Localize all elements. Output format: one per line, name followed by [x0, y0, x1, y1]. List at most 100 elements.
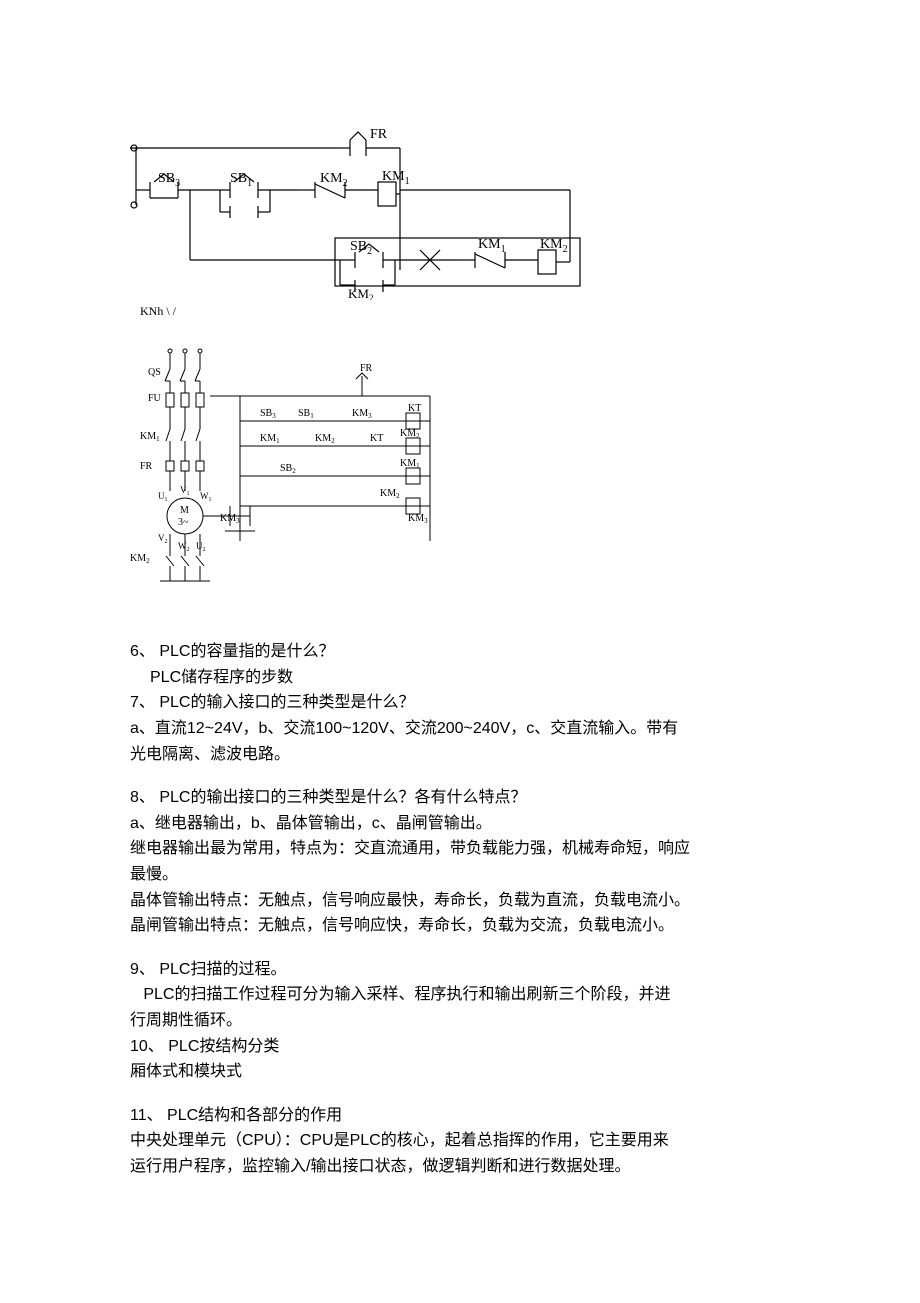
q6-heading: 6、 PLC的容量指的是什么？: [130, 639, 790, 665]
svg-text:SB1: SB1: [230, 171, 252, 189]
q10-heading: 10、 PLC按结构分类: [130, 1034, 790, 1060]
label-KM3m: KM: [220, 513, 236, 524]
label-KM2c2: KM: [400, 428, 416, 439]
label-SB1c: SB: [298, 408, 311, 419]
svg-text:KM1: KM1: [140, 431, 160, 443]
label-KM2-b: KM: [348, 286, 369, 300]
label-KTc2: KT: [370, 433, 383, 444]
label-KM2c3-sub: 2: [396, 492, 400, 500]
diagram2-svg: QS FU KM1 FR: [130, 341, 450, 601]
q11-l1: 中央处理单元（CPU）：CPU是PLC的核心，起着总指挥的作用，它主要用来: [130, 1128, 790, 1154]
q11-heading: 11、 PLC结构和各部分的作用: [130, 1103, 790, 1129]
svg-text:V1: V1: [180, 485, 190, 497]
label-SB3: SB: [158, 171, 175, 186]
label-KM2m-sub: 2: [146, 557, 150, 565]
q7-answer-l2: 光电隔离、滤波电路。: [130, 742, 790, 768]
label-V1-sub: 1: [187, 491, 190, 497]
label-KM1m-sub: 1: [156, 435, 160, 443]
spacer: [130, 1085, 790, 1103]
q9-l1: PLC的扫描工作过程可分为输入采样、程序执行和输出刷新三个阶段，并进: [130, 982, 790, 1008]
label-FRc: FR: [360, 363, 373, 374]
svg-text:KM2: KM2: [320, 171, 348, 189]
fig1-caption: KNh \ /: [140, 302, 790, 321]
label-SB2c-sub: 2: [292, 467, 296, 475]
q8-heading: 8、 PLC的输出接口的三种类型是什么？各有什么特点？: [130, 785, 790, 811]
label-KM2c-sub: 2: [563, 244, 568, 255]
label-SB2: SB: [350, 239, 367, 254]
svg-text:KM2: KM2: [380, 488, 400, 500]
label-U1-sub: 1: [165, 497, 168, 503]
svg-text:KM1: KM1: [260, 433, 280, 445]
content-area: FR SB3 SB1: [0, 0, 920, 1239]
q8-l4: 晶体管输出特点：无触点，信号响应最快，寿命长，负载为直流，负载电流小。: [130, 888, 790, 914]
q8-l3: 最慢。: [130, 862, 790, 888]
svg-text:KM1: KM1: [400, 458, 420, 470]
svg-text:U2: U2: [196, 541, 206, 553]
label-KM1c2: KM: [400, 458, 416, 469]
q9-l2: 行周期性循环。: [130, 1008, 790, 1034]
label-KM1-sub: 1: [405, 176, 410, 187]
label-M3: 3~: [178, 517, 189, 528]
label-KM2b-sub: 2: [369, 293, 374, 300]
q7-answer-l1: a、直流12~24V，b、交流100~120V、交流200~240V，c、交直流…: [130, 716, 790, 742]
label-FRm: FR: [140, 461, 153, 472]
label-KM2c3: KM: [380, 488, 396, 499]
label-M: M: [180, 505, 189, 516]
label-FR: FR: [370, 127, 388, 142]
svg-text:KM2: KM2: [540, 237, 568, 255]
label-QS: QS: [148, 367, 161, 378]
svg-text:SB3: SB3: [158, 171, 180, 189]
q7-heading: 7、 PLC的输入接口的三种类型是什么？: [130, 690, 790, 716]
q6-answer: PLC储存程序的步数: [130, 665, 790, 691]
svg-text:SB3: SB3: [260, 408, 276, 420]
svg-text:KM2: KM2: [130, 553, 150, 565]
svg-text:KM2: KM2: [400, 428, 420, 440]
label-KM3c: KM: [352, 408, 368, 419]
svg-text:KM3: KM3: [352, 408, 372, 420]
label-KM2: KM: [320, 171, 343, 186]
label-W2-sub: 2: [187, 547, 190, 553]
spacer: [130, 621, 790, 639]
svg-text:KM3: KM3: [408, 513, 428, 525]
label-KM3c3-sub: 3: [424, 517, 428, 525]
document-page: FR SB3 SB1: [0, 0, 920, 1303]
svg-text:SB2: SB2: [350, 239, 372, 257]
label-FU: FU: [148, 393, 162, 404]
label-KTc: KT: [408, 403, 421, 414]
q10-l1: 厢体式和模块式: [130, 1059, 790, 1085]
diagram1-svg: FR SB3 SB1: [130, 120, 610, 300]
label-KM2c1: KM: [315, 433, 331, 444]
svg-text:SB1: SB1: [298, 408, 314, 420]
label-SB2c: SB: [280, 463, 293, 474]
svg-text:KM2: KM2: [348, 286, 373, 300]
label-KM1c1-sub: 1: [276, 437, 280, 445]
spacer: [130, 767, 790, 785]
label-KM2c2-sub: 2: [416, 432, 420, 440]
label-KM1m: KM: [140, 431, 156, 442]
label-SB2-sub: 2: [367, 246, 372, 257]
label-KM1c1: KM: [260, 433, 276, 444]
circuit-diagram-1: FR SB3 SB1: [130, 120, 790, 321]
svg-text:W2: W2: [178, 541, 190, 553]
svg-text:KM2: KM2: [315, 433, 335, 445]
q11-l2: 运行用户程序，监控输入/输出接口状态，做逻辑判断和进行数据处理。: [130, 1154, 790, 1180]
q8-l5: 晶闸管输出特点：无触点，信号响应快，寿命长，负载为交流，负载电流小。: [130, 913, 790, 939]
label-KM3c-sub: 3: [368, 412, 372, 420]
svg-text:U1: U1: [158, 491, 168, 503]
label-KM2m: KM: [130, 553, 146, 564]
label-U2-sub: 2: [203, 547, 206, 553]
label-W1-sub: 1: [209, 497, 212, 503]
label-KM1-b: KM: [478, 237, 501, 252]
label-SB3c-sub: 3: [272, 412, 276, 420]
label-SB3c: SB: [260, 408, 273, 419]
q9-heading: 9、 PLC扫描的过程。: [130, 957, 790, 983]
label-KM1c2-sub: 1: [416, 462, 420, 470]
svg-text:SB2: SB2: [280, 463, 296, 475]
label-V2-sub: 2: [165, 539, 168, 545]
svg-text:KM1: KM1: [478, 237, 506, 255]
label-KM3c3: KM: [408, 513, 424, 524]
label-SB1c-sub: 1: [310, 412, 314, 420]
q8-l2: 继电器输出最为常用，特点为：交直流通用，带负载能力强，机械寿命短，响应: [130, 836, 790, 862]
q8-l1: a、继电器输出，b、晶体管输出，c、晶闸管输出。: [130, 811, 790, 837]
circuit-diagram-2: QS FU KM1 FR: [130, 341, 790, 601]
